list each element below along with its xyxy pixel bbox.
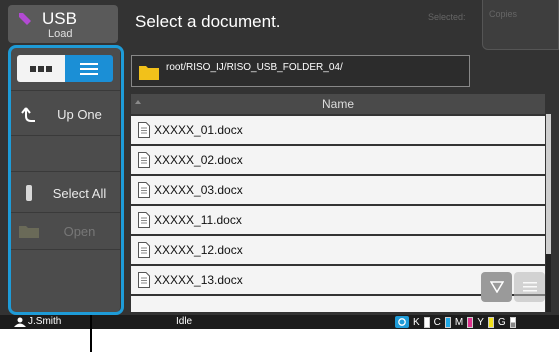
document-icon [138, 242, 150, 258]
page-title: Select a document. [135, 12, 281, 31]
file-name: XXXXX_12.docx [154, 243, 243, 257]
copies-label: Copies [489, 9, 518, 19]
file-row[interactable]: XXXXX_11.docx [131, 206, 545, 234]
ink-label-c: C [433, 316, 441, 328]
ink-levels: K C M Y G [395, 316, 516, 328]
ink-bar-k [423, 316, 430, 328]
usb-pen-icon [19, 13, 31, 25]
screen: USB Load Select a document. Selected: Co… [0, 0, 559, 315]
mode-indicator[interactable]: USB Load [8, 5, 118, 43]
file-row[interactable]: XXXXX_12.docx [131, 236, 545, 264]
user-indicator[interactable]: J.Smith [14, 316, 61, 327]
document-icon [138, 152, 150, 168]
sort-arrow-icon [135, 100, 141, 104]
document-icon [138, 182, 150, 198]
file-name: XXXXX_11.docx [154, 213, 242, 227]
user-name: J.Smith [28, 316, 62, 327]
column-header-label: Name [321, 97, 354, 111]
menu-icon [522, 282, 537, 292]
path-text: root/RISO_IJ/RISO_USB_FOLDER_04/ [166, 62, 343, 73]
file-name: XXXXX_01.docx [154, 123, 243, 137]
path-display: root/RISO_IJ/RISO_USB_FOLDER_04/ [131, 55, 470, 87]
file-name: XXXXX_03.docx [154, 183, 243, 197]
selected-area: Selected: [370, 6, 480, 44]
chevron-down-icon [489, 281, 504, 293]
mode-title: USB [42, 9, 77, 28]
ink-bar-g [509, 316, 516, 328]
ink-label-g: G [497, 316, 506, 328]
file-name: XXXXX_02.docx [154, 153, 243, 167]
ink-bar-y [487, 316, 494, 328]
file-row[interactable]: XXXXX_01.docx [131, 116, 545, 144]
mode-subtitle: Load [48, 28, 73, 40]
ink-bar-m [467, 316, 474, 328]
selected-label: Selected: [428, 12, 466, 22]
status-bar: J.Smith Idle K C M Y G [0, 315, 559, 329]
ink-label-k: K [413, 316, 420, 328]
folder-icon [139, 66, 159, 80]
file-row[interactable]: XXXXX_03.docx [131, 176, 545, 204]
highlight-frame [8, 45, 124, 315]
list-menu-button[interactable] [514, 272, 545, 302]
column-header-name[interactable]: Name [131, 94, 545, 114]
document-icon [138, 272, 150, 288]
callout-line [90, 315, 92, 352]
file-name: XXXXX_13.docx [154, 273, 243, 287]
sync-icon [395, 316, 409, 328]
user-icon [14, 317, 26, 327]
ink-bar-c [444, 316, 451, 328]
status-text: Idle [176, 316, 193, 327]
scrollbar-thumb[interactable] [546, 114, 551, 254]
ink-label-m: M [454, 316, 464, 328]
copies-box[interactable]: Copies [482, 0, 559, 50]
scroll-down-button[interactable] [481, 272, 512, 302]
file-row[interactable]: XXXXX_02.docx [131, 146, 545, 174]
document-icon [138, 122, 150, 138]
ink-label-y: Y [477, 316, 484, 328]
document-icon [138, 212, 150, 228]
